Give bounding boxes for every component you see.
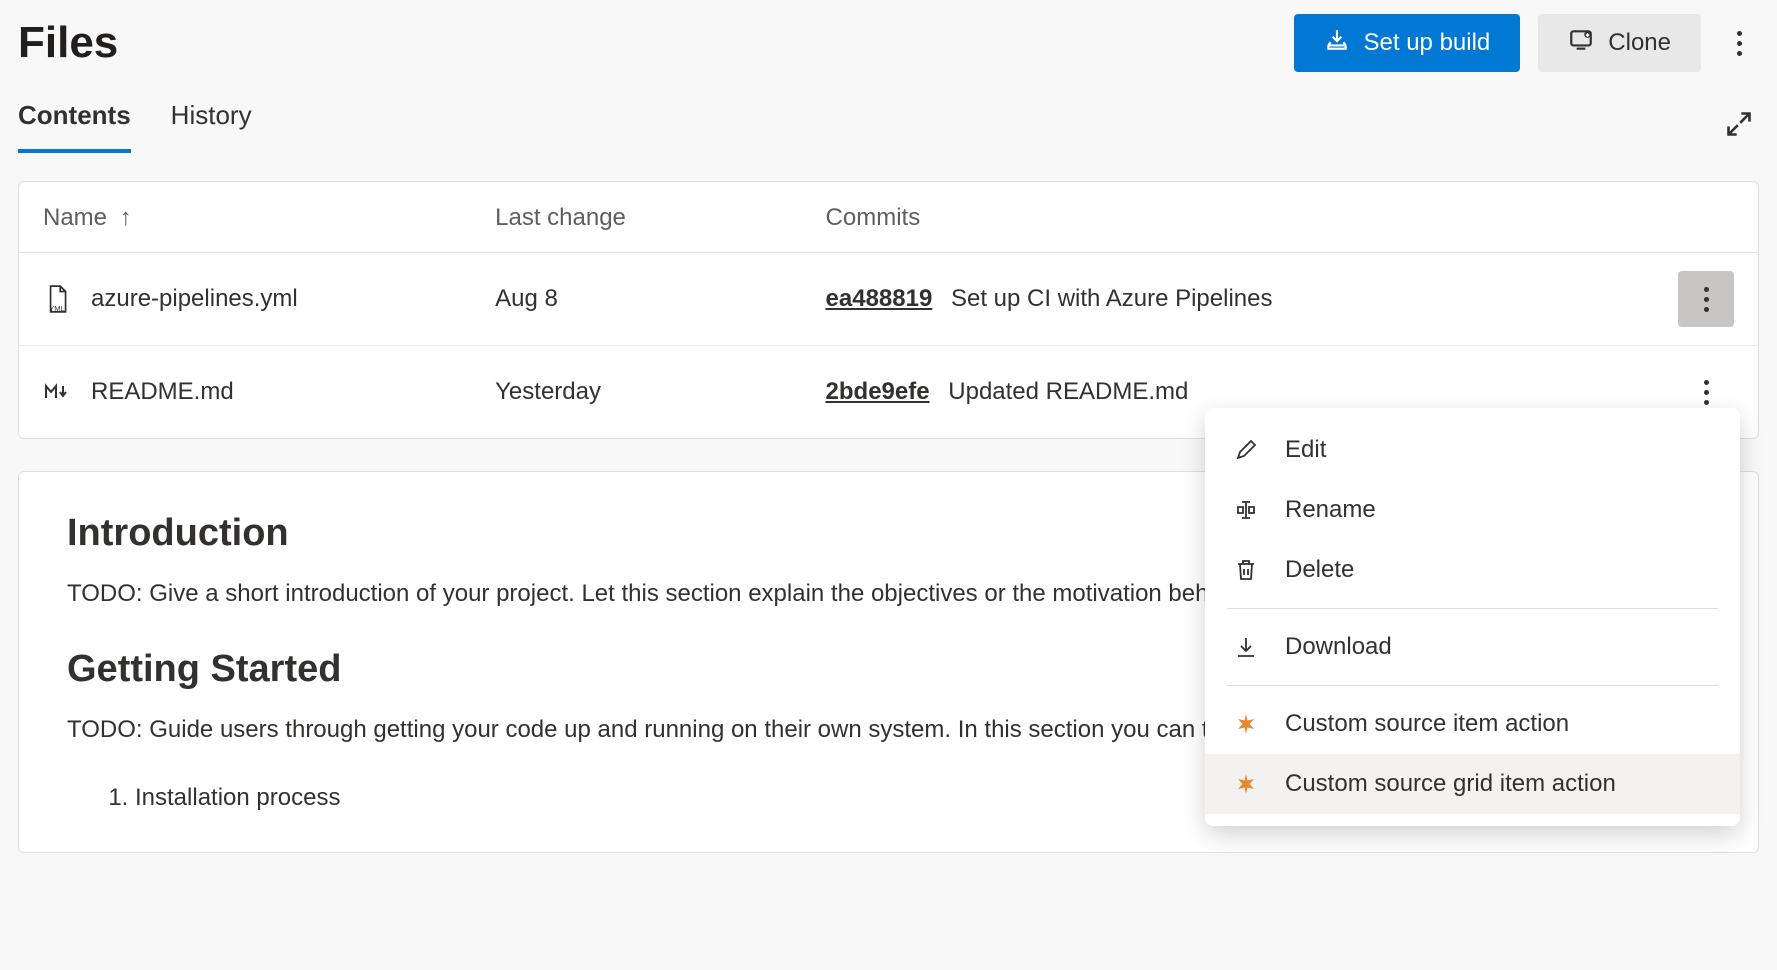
menu-item-label: Download	[1285, 633, 1392, 661]
files-table: Name ↑ Last change Commits YML	[19, 182, 1758, 438]
more-vertical-icon	[1704, 287, 1709, 312]
menu-item-delete[interactable]: Delete	[1205, 540, 1740, 600]
commit-message: Set up CI with Azure Pipelines	[951, 285, 1273, 312]
menu-item-label: Custom source item action	[1285, 710, 1569, 738]
menu-item-label: Delete	[1285, 556, 1354, 584]
table-row[interactable]: YML azure-pipelines.yml Aug 8 ea488819 S…	[19, 253, 1758, 346]
row-more-button[interactable]	[1678, 271, 1734, 327]
menu-divider	[1227, 608, 1718, 609]
file-last-change: Yesterday	[471, 346, 801, 439]
tab-history[interactable]: History	[171, 100, 252, 153]
menu-item-custom-source-grid[interactable]: Custom source grid item action	[1205, 754, 1740, 814]
commit-hash-link[interactable]: 2bde9efe	[826, 378, 930, 405]
column-header-commits[interactable]: Commits	[802, 182, 1654, 253]
commit-message: Updated README.md	[948, 378, 1188, 405]
menu-item-label: Rename	[1285, 496, 1376, 524]
page-title: Files	[18, 18, 118, 68]
context-menu: Edit Rename Delete Download Custom sourc…	[1205, 408, 1740, 826]
md-file-icon	[43, 378, 71, 406]
header-more-button[interactable]	[1719, 23, 1759, 63]
column-header-last-change[interactable]: Last change	[471, 182, 801, 253]
file-name: azure-pipelines.yml	[91, 285, 298, 313]
tab-contents[interactable]: Contents	[18, 100, 131, 153]
clone-icon	[1568, 27, 1594, 60]
menu-item-label: Custom source grid item action	[1285, 770, 1616, 798]
asterisk-icon	[1233, 771, 1259, 797]
setup-build-button[interactable]: Set up build	[1294, 14, 1521, 72]
setup-build-label: Set up build	[1364, 29, 1491, 57]
sort-ascending-icon: ↑	[120, 204, 132, 231]
delete-icon	[1233, 557, 1259, 583]
file-name: README.md	[91, 378, 234, 406]
download-icon	[1233, 634, 1259, 660]
rename-icon	[1233, 497, 1259, 523]
menu-item-download[interactable]: Download	[1205, 617, 1740, 677]
menu-divider	[1227, 685, 1718, 686]
clone-button[interactable]: Clone	[1538, 14, 1701, 72]
clone-label: Clone	[1608, 29, 1671, 57]
yml-file-icon: YML	[43, 285, 71, 313]
svg-text:YML: YML	[49, 304, 64, 313]
menu-item-custom-source[interactable]: Custom source item action	[1205, 694, 1740, 754]
commit-hash-link[interactable]: ea488819	[826, 285, 933, 312]
fullscreen-button[interactable]	[1719, 104, 1759, 149]
menu-item-rename[interactable]: Rename	[1205, 480, 1740, 540]
column-header-name[interactable]: Name ↑	[19, 182, 471, 253]
asterisk-icon	[1233, 711, 1259, 737]
more-vertical-icon	[1737, 31, 1742, 56]
files-card: Name ↑ Last change Commits YML	[18, 181, 1759, 439]
more-vertical-icon	[1704, 380, 1709, 405]
file-last-change: Aug 8	[471, 253, 801, 346]
edit-icon	[1233, 437, 1259, 463]
menu-item-label: Edit	[1285, 436, 1326, 464]
fullscreen-icon	[1725, 110, 1753, 138]
build-icon	[1324, 27, 1350, 60]
menu-item-edit[interactable]: Edit	[1205, 420, 1740, 480]
